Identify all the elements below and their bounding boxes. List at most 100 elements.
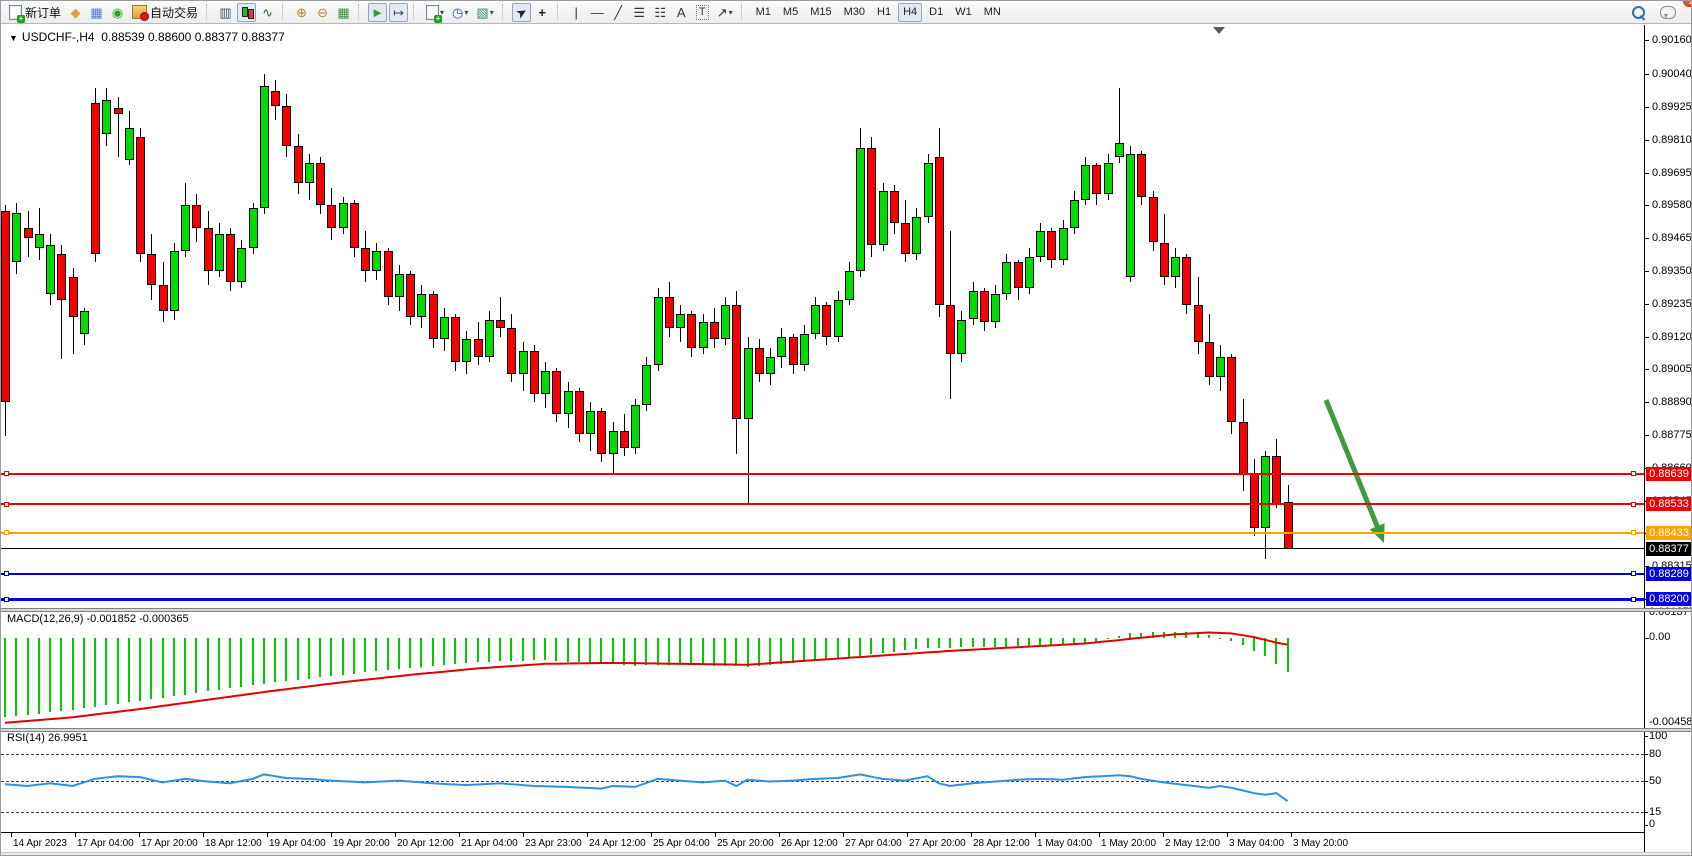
indicators-button[interactable]: +▾ <box>423 3 447 22</box>
timeframe-button-M15[interactable]: M15 <box>805 3 836 22</box>
line-handle[interactable] <box>4 502 9 507</box>
timeframe-button-MN[interactable]: MN <box>979 3 1006 22</box>
candle <box>597 411 606 454</box>
time-axis-tick <box>1163 833 1164 837</box>
candle <box>912 217 921 254</box>
zoom-in-button[interactable]: ⊕ <box>292 3 311 22</box>
timeframe-button-D1[interactable]: D1 <box>924 3 948 22</box>
chart-shift-marker[interactable] <box>1213 27 1225 34</box>
templates-button[interactable]: ▧▾ <box>473 3 496 22</box>
panel-splitter[interactable] <box>1 608 1692 612</box>
time-axis-tick <box>139 833 140 837</box>
candlestick-chart-button[interactable] <box>237 3 256 22</box>
time-axis-label: 17 Apr 20:00 <box>141 838 198 849</box>
line-handle[interactable] <box>1631 471 1636 476</box>
macd-histogram-bar <box>870 638 872 654</box>
rsi-panel-bottom-border <box>1 832 1645 833</box>
time-axis-tick <box>1099 833 1100 837</box>
rsi-axis-label: 80 <box>1649 748 1661 760</box>
candle <box>552 371 561 414</box>
horizontal-line-object[interactable] <box>1 503 1644 505</box>
tile-windows-button[interactable]: ▦ <box>334 3 353 22</box>
line-handle[interactable] <box>1631 571 1636 576</box>
trend-arrow-annotation[interactable] <box>1326 400 1385 543</box>
crosshair-icon: + <box>538 6 546 19</box>
line-handle[interactable] <box>4 530 9 535</box>
line-handle[interactable] <box>1631 597 1636 602</box>
text-label-tool-button[interactable]: T <box>693 3 712 22</box>
price-axis-label: 0.89120 <box>1652 331 1692 343</box>
macd-histogram-bar <box>15 638 17 716</box>
toolbar-separator <box>358 4 363 20</box>
bar-chart-button[interactable]: ▥ <box>216 3 235 22</box>
text-tool-button[interactable]: A <box>672 3 691 22</box>
panel-splitter[interactable] <box>1 728 1692 732</box>
fibo-channel-tool-button[interactable]: ☷ <box>651 3 670 22</box>
horizontal-line-object[interactable] <box>1 473 1644 475</box>
price-axis-label: 0.89235 <box>1652 298 1692 310</box>
macd-histogram-bar <box>938 638 940 648</box>
timeframe-button-H1[interactable]: H1 <box>872 3 896 22</box>
candle <box>710 322 719 339</box>
bar-chart-icon: ▥ <box>219 6 231 19</box>
line-handle[interactable] <box>1631 530 1636 535</box>
notifications-button[interactable]: 1 <box>1657 3 1679 22</box>
market-watch-button[interactable]: ▦ <box>87 3 106 22</box>
price-axis-tick <box>1644 369 1649 370</box>
periods-button[interactable]: ◷▾ <box>449 3 471 22</box>
auto-trading-button[interactable]: 自动交易 <box>129 3 201 22</box>
macd-histogram-bar <box>567 638 569 662</box>
candle <box>1104 163 1113 194</box>
search-button[interactable] <box>1629 3 1648 22</box>
timeframe-button-M5[interactable]: M5 <box>778 3 803 22</box>
crosshair-tool-button[interactable]: + <box>533 3 552 22</box>
time-axis-label: 25 Apr 20:00 <box>717 838 774 849</box>
macd-histogram-bar <box>634 638 636 666</box>
macd-histogram-bar <box>49 638 51 712</box>
rsi-axis-tick <box>1644 754 1648 755</box>
candle <box>564 391 573 414</box>
line-chart-button[interactable]: ∿ <box>258 3 277 22</box>
timeframe-button-W1[interactable]: W1 <box>950 3 977 22</box>
macd-histogram-bar <box>690 638 692 665</box>
chart-shift-button[interactable]: ↦ <box>389 3 408 22</box>
candle <box>339 203 348 229</box>
chart-title[interactable]: ▼USDCHF-,H4 0.88539 0.88600 0.88377 0.88… <box>9 30 285 44</box>
arrows-tool-button[interactable]: ↗▾ <box>714 3 736 22</box>
candle <box>1025 257 1034 288</box>
new-order-button[interactable]: + 新订单 <box>6 3 64 22</box>
zoom-out-button[interactable]: ⊖ <box>313 3 332 22</box>
signals-button[interactable]: ◉ <box>108 3 127 22</box>
chart-profile-button[interactable]: ◆ <box>66 3 85 22</box>
timeframe-button-M30[interactable]: M30 <box>839 3 870 22</box>
price-axis-tick <box>1644 271 1649 272</box>
time-axis-label: 26 Apr 12:00 <box>781 838 838 849</box>
line-handle[interactable] <box>4 597 9 602</box>
horizontal-line-object[interactable] <box>1 598 1644 601</box>
text-icon: A <box>677 6 686 19</box>
line-handle[interactable] <box>4 471 9 476</box>
horizontal-line-object[interactable] <box>1 573 1644 575</box>
macd-histogram-bar <box>657 638 659 665</box>
horizontal-line-tool-button[interactable]: — <box>588 3 607 22</box>
horizontal-line-object[interactable] <box>1 548 1644 549</box>
auto-scroll-button[interactable]: ► <box>368 3 387 22</box>
cursor-tool-button[interactable]: ➤ <box>512 3 531 22</box>
time-axis-tick <box>267 833 268 837</box>
new-order-icon: + <box>9 5 22 20</box>
macd-histogram-bar <box>724 638 726 666</box>
candle <box>642 365 651 405</box>
fibonacci-tool-button[interactable]: ☰ <box>630 3 649 22</box>
macd-histogram-bar <box>1219 638 1221 639</box>
trendline-tool-button[interactable]: ╱ <box>609 3 628 22</box>
line-handle[interactable] <box>4 571 9 576</box>
timeframe-button-M1[interactable]: M1 <box>751 3 776 22</box>
horizontal-line-object[interactable] <box>1 532 1644 534</box>
timeframe-button-H4[interactable]: H4 <box>898 3 922 22</box>
time-axis-tick <box>1035 833 1036 837</box>
line-handle[interactable] <box>1631 502 1636 507</box>
candle <box>811 305 820 334</box>
vertical-line-tool-button[interactable]: | <box>567 3 586 22</box>
price-axis-tick <box>1644 402 1649 403</box>
macd-histogram-bar <box>274 638 276 682</box>
